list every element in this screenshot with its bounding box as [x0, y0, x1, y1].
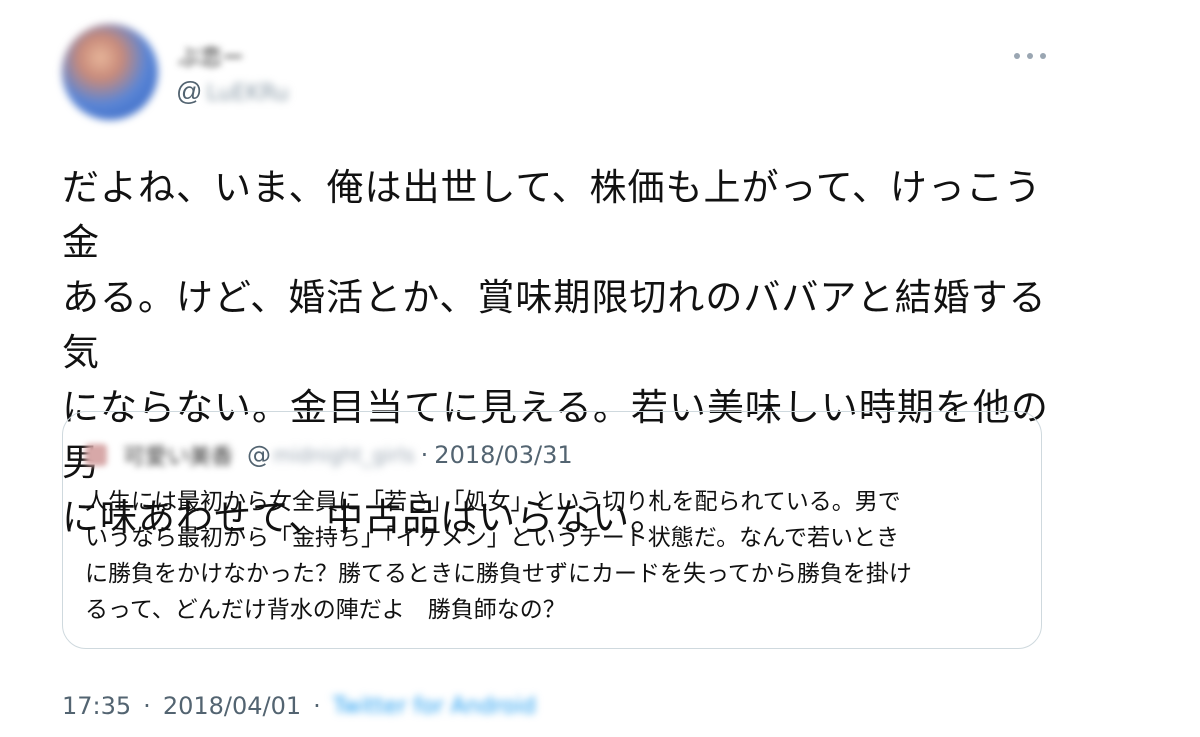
quote-avatar	[85, 444, 107, 466]
quote-handle-prefix: @	[247, 441, 272, 469]
more-dot	[1027, 53, 1033, 59]
quote-text: 人生には最初から女全員に「若さ」「処女」という切り札を配られている。男で いうな…	[85, 489, 912, 623]
meta-separator: ·	[313, 692, 321, 720]
quote-tweet-card[interactable]: 可愛い美香 @ midnight_girls · 2018/03/31 人生には…	[62, 411, 1042, 649]
tweet: ぶ恋ー @ LuEKRu だよね、いま、俺は出世して、株価も上がって、けっこう金 …	[0, 0, 1200, 737]
avatar[interactable]	[62, 24, 158, 120]
meta-separator: ·	[143, 692, 151, 720]
more-dot	[1040, 53, 1046, 59]
quote-header: 可愛い美香 @ midnight_girls · 2018/03/31	[85, 440, 573, 470]
quote-separator: ·	[420, 441, 429, 469]
tweet-meta: 17:35 · 2018/04/01 · Twitter for Android	[62, 692, 536, 720]
tweet-client[interactable]: Twitter for Android	[333, 694, 536, 719]
author-handle-prefix: @	[176, 76, 203, 106]
tweet-time[interactable]: 17:35	[62, 692, 131, 720]
author-handle-text: LuEKRu	[206, 81, 289, 106]
more-horizontal-icon[interactable]	[1014, 46, 1046, 66]
more-dot	[1014, 53, 1020, 59]
quote-author-handle: midnight_girls	[273, 443, 415, 467]
quote-author-name: 可愛い美香	[123, 445, 234, 470]
author-display-name[interactable]: ぶ恋ー	[178, 40, 244, 72]
author-handle[interactable]: @ LuEKRu	[176, 76, 289, 107]
quote-date: 2018/03/31	[434, 441, 573, 469]
tweet-date[interactable]: 2018/04/01	[163, 692, 301, 720]
